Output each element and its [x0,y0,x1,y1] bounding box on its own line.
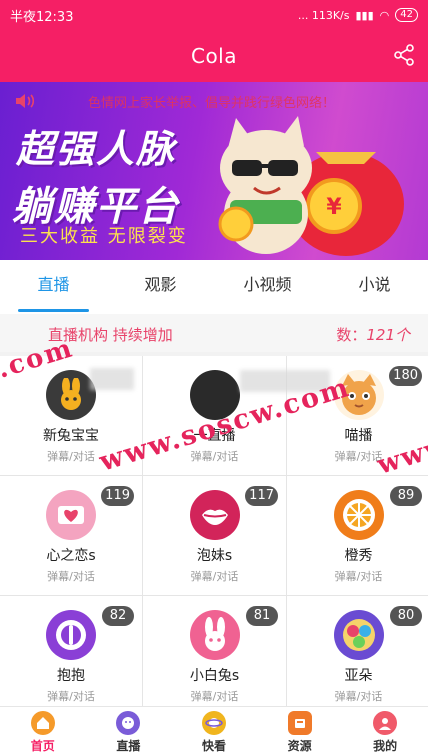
heart-icon [46,490,96,540]
platform-grid: 新兔宝宝 弹幕/对话 一直播 弹幕/对话 180 喵播 弹幕/对话 119 心之… [0,356,428,715]
nav-label: 我的 [373,739,398,753]
status-bar: 半夜12:33 ... 113K/s ▮▮▮ ◠ 42 [0,0,428,30]
promo-banner[interactable]: 色情网上家长举报、倡导并践行绿色网络！ 超强人脉 躺赚平台 三大收益 无限裂变 … [0,82,428,260]
rabbit-icon [46,370,96,420]
wifi-icon: ◠ [379,8,390,22]
bunny-icon [189,610,240,660]
platform-card[interactable]: 117 泡妹s 弹幕/对话 [143,476,286,595]
nav-home[interactable]: 首页 [0,707,86,754]
platform-count: 121个 [366,326,410,344]
platform-name: 心之恋s [46,548,96,564]
page-title: Cola [190,44,237,68]
user-icon [373,711,398,735]
header: Cola [0,30,428,82]
banner-tagline: 三大收益 无限裂变 [20,226,188,247]
viewer-count-badge: 117 [245,486,278,506]
platform-name: 新兔宝宝 [43,428,99,444]
platform-sub: 弹幕/对话 [47,450,95,463]
info-right: 数：121个 [336,324,410,345]
speaker-icon [16,94,35,108]
bottom-nav: 首页 直播 快看 资源 我的 [0,706,428,754]
platform-name: 一直播 [193,428,236,444]
platform-name: 泡妹s [196,548,233,564]
blur-patch [90,368,134,390]
app-screen: 半夜12:33 ... 113K/s ▮▮▮ ◠ 42 Cola 色情网上家长举… [0,0,428,754]
info-count-prefix: 数： [336,326,367,344]
network-speed: ... 113K/s [297,8,350,22]
home-icon [30,711,55,735]
viewer-count-badge: 89 [390,486,422,506]
mic-icon [46,610,96,660]
platform-name: 小白兔s [189,668,240,684]
live-icon [189,370,240,420]
platform-name: 抱抱 [57,668,85,684]
share-icon[interactable] [392,43,416,67]
nav-label: 资源 [287,739,312,753]
lips-icon [189,490,240,540]
viewer-count-badge: 80 [390,606,422,626]
viewer-count-badge: 82 [102,606,134,626]
platform-sub: 弹幕/对话 [47,570,95,583]
platform-sub: 弹幕/对话 [334,450,383,463]
platform-card[interactable]: 82 抱抱 弹幕/对话 [0,596,142,715]
nav-resource[interactable]: 资源 [257,707,343,754]
coin-symbol: ¥ [326,195,342,220]
nav-label: 直播 [116,739,141,753]
platform-sub: 弹幕/对话 [190,690,239,703]
info-bar: 直播机构 持续增加 数：121个 [0,314,428,352]
nav-live[interactable]: 直播 [86,707,172,754]
category-tabs: 直播 观影 小视频 小说 [0,260,428,314]
flower-icon [333,610,384,660]
info-left: 直播机构 持续增加 [48,326,173,344]
orange-icon [333,490,384,540]
nav-watch[interactable]: 快看 [171,707,257,754]
nav-mine[interactable]: 我的 [342,707,428,754]
tab-novel[interactable]: 小说 [321,260,428,314]
platform-card[interactable]: 119 心之恋s 弹幕/对话 [0,476,142,595]
platform-name: 亚朵 [344,668,373,684]
blur-patch [240,370,330,392]
battery-icon: 42 [395,8,418,22]
platform-sub: 弹幕/对话 [190,570,239,583]
platform-name: 喵播 [344,428,373,444]
platform-sub: 弹幕/对话 [334,690,383,703]
platform-sub: 弹幕/对话 [47,690,95,703]
viewer-count-badge: 119 [101,486,134,506]
platform-sub: 弹幕/对话 [334,570,383,583]
resource-icon [287,711,312,735]
cat-icon [333,370,384,420]
status-indicators: ... 113K/s ▮▮▮ ◠ 42 [298,8,418,22]
cat-mascot-icon: ¥ [218,116,404,256]
planet-icon [201,711,226,735]
live-face-icon [116,711,141,735]
platform-card[interactable]: 81 小白兔s 弹幕/对话 [143,596,286,715]
nav-label: 快看 [201,739,226,753]
platform-name: 橙秀 [344,548,373,564]
signal-icon: ▮▮▮ [355,8,374,22]
viewer-count-badge: 81 [246,606,278,626]
nav-label: 首页 [30,739,55,753]
status-time: 半夜12:33 [10,9,74,25]
tab-short-video[interactable]: 小视频 [214,260,321,314]
tab-movie[interactable]: 观影 [107,260,214,314]
banner-headline-1: 超强人脉 [16,127,177,171]
tab-live[interactable]: 直播 [0,260,107,314]
platform-card[interactable]: 80 亚朵 弹幕/对话 [287,596,428,715]
platform-sub: 弹幕/对话 [190,450,239,463]
viewer-count-badge: 180 [389,366,422,386]
platform-card[interactable]: 89 橙秀 弹幕/对话 [287,476,428,595]
